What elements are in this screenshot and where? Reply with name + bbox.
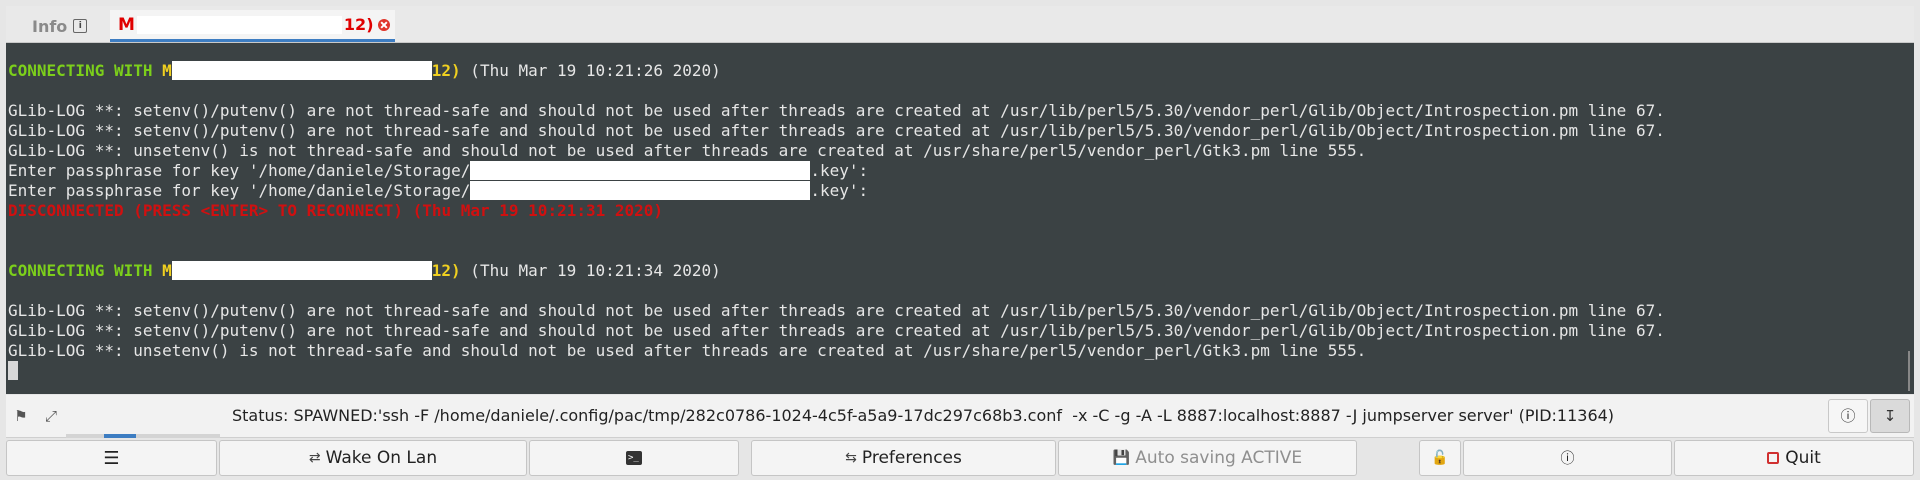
tab-session[interactable]: M 12)	[110, 10, 395, 42]
fullscreen-icon[interactable]: ⤢	[42, 407, 60, 425]
terminal-line: GLib-LOG **: setenv()/putenv() are not t…	[8, 101, 1665, 120]
redacted-block	[171, 61, 432, 80]
auto-saving-button[interactable]: 💾 Auto saving ACTIVE	[1058, 440, 1357, 476]
terminal-scrollbar[interactable]	[1908, 351, 1910, 391]
tab-info[interactable]: Info i	[20, 10, 110, 42]
info-icon: i	[73, 19, 88, 33]
terminal-line: GLib-LOG **: setenv()/putenv() are not t…	[8, 121, 1665, 140]
connection-time: (Thu Mar 19 10:21:34 2020)	[460, 261, 721, 280]
terminal-line-connecting: CONNECTING WITH M 12) (Thu Mar 19 10:21:3…	[8, 261, 721, 281]
about-icon: ⓘ	[1560, 451, 1575, 467]
quit-button[interactable]: Quit	[1674, 440, 1914, 476]
tab-info-label: Info	[32, 16, 68, 36]
info-button[interactable]: ⓘ	[1828, 399, 1868, 433]
passphrase-suffix: .key':	[810, 181, 869, 200]
connection-prefix: M	[162, 261, 172, 280]
connection-suffix: 12)	[431, 61, 461, 80]
wake-on-lan-button[interactable]: ⇄ Wake On Lan	[219, 440, 527, 476]
wake-on-lan-icon: ⇄	[308, 450, 321, 466]
redacted-block	[171, 261, 432, 280]
terminal-button[interactable]: >_	[529, 440, 739, 476]
flag-icon[interactable]: ⚑	[12, 407, 30, 425]
app-window: Info i M 12) CONNECTING WITH M 12) (Thu M…	[0, 0, 1920, 480]
tab-bar: Info i M 12)	[6, 6, 1914, 43]
connecting-label: CONNECTING WITH	[8, 261, 163, 280]
bottom-toolbar: ☰ ⇄ Wake On Lan >_ ⇆ Preferences 💾 Auto …	[6, 440, 1914, 476]
status-text: Status: SPAWNED:'ssh -F /home/daniele/.c…	[232, 406, 1615, 425]
tab-session-prefix: M	[118, 14, 135, 35]
quit-icon	[1767, 452, 1780, 464]
terminal-cursor	[8, 361, 18, 380]
terminal-line: GLib-LOG **: setenv()/putenv() are not t…	[8, 301, 1665, 320]
terminal-output[interactable]: CONNECTING WITH M 12) (Thu Mar 19 10:21:2…	[6, 43, 1914, 394]
terminal-line: GLib-LOG **: setenv()/putenv() are not t…	[8, 321, 1665, 340]
terminal-cursor-line	[8, 361, 18, 381]
preferences-label: Preferences	[861, 448, 962, 468]
scroll-down-icon: ↧	[1883, 407, 1897, 425]
auto-saving-label: Auto saving ACTIVE	[1135, 448, 1303, 468]
redacted-block	[470, 161, 811, 180]
passphrase-suffix: .key':	[810, 161, 869, 180]
preferences-button[interactable]: ⇆ Preferences	[751, 440, 1056, 476]
terminal-line: GLib-LOG **: unsetenv() is not thread-sa…	[8, 141, 1367, 160]
terminal-line-passphrase: Enter passphrase for key '/home/daniele/…	[8, 161, 868, 181]
terminal-line-disconnected: DISCONNECTED (PRESS <ENTER> TO RECONNECT…	[8, 201, 664, 220]
connection-prefix: M	[162, 61, 172, 80]
quit-label: Quit	[1785, 448, 1821, 468]
terminal-line: GLib-LOG **: unsetenv() is not thread-sa…	[8, 341, 1367, 360]
menu-button[interactable]: ☰	[6, 440, 217, 476]
about-button[interactable]: ⓘ	[1463, 440, 1672, 476]
lock-icon: 🔓	[1431, 450, 1449, 466]
terminal-icon: >_	[626, 451, 642, 465]
connecting-label: CONNECTING WITH	[8, 61, 163, 80]
connection-time: (Thu Mar 19 10:21:26 2020)	[460, 61, 721, 80]
lock-button[interactable]: 🔓	[1419, 440, 1461, 476]
redacted-block	[470, 181, 811, 200]
status-bar: ⚑ ⤢ Status: SPAWNED:'ssh -F /home/daniel…	[6, 395, 1914, 438]
tab-session-suffix: 12)	[343, 15, 374, 34]
passphrase-prompt: Enter passphrase for key '/home/daniele/…	[8, 181, 471, 200]
close-icon[interactable]	[377, 18, 390, 31]
status-progress-fill	[104, 434, 136, 438]
redacted-block	[136, 15, 342, 34]
terminal-line-connecting: CONNECTING WITH M 12) (Thu Mar 19 10:21:2…	[8, 61, 721, 81]
save-icon: 💾	[1112, 450, 1131, 466]
menu-icon: ☰	[103, 447, 120, 469]
info-icon: ⓘ	[1840, 407, 1856, 425]
preferences-icon: ⇆	[845, 450, 857, 466]
terminal-line-passphrase: Enter passphrase for key '/home/daniele/…	[8, 181, 868, 201]
status-progress	[66, 434, 220, 438]
wake-on-lan-label: Wake On Lan	[325, 448, 438, 468]
passphrase-prompt: Enter passphrase for key '/home/daniele/…	[8, 161, 471, 180]
scroll-down-button[interactable]: ↧	[1870, 399, 1910, 433]
connection-suffix: 12)	[431, 261, 461, 280]
